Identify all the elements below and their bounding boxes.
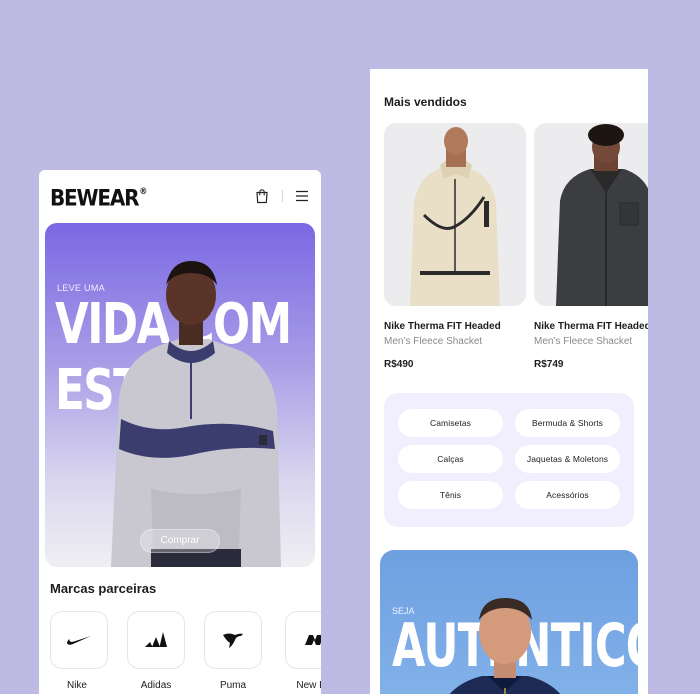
home-screen-right: Mais vendidos Nike Therma FIT Headed Men…: [370, 69, 648, 694]
category-pill[interactable]: Calças: [398, 445, 503, 473]
categories-panel: Camisetas Bermuda & Shorts Calças Jaquet…: [384, 393, 634, 527]
header: BEWEAR®: [39, 170, 321, 222]
partner-brands-title: Marcas parceiras: [50, 581, 157, 596]
best-sellers-title: Mais vendidos: [384, 95, 467, 109]
header-divider: [282, 190, 283, 202]
brand-logo[interactable]: BEWEAR®: [50, 184, 147, 211]
product-description: Men’s Fleece Shacket: [534, 336, 633, 347]
shopping-bag-icon[interactable]: [255, 188, 269, 204]
hero-banner[interactable]: LEVE UMA VIDA COM ESTILO Comprar: [45, 223, 315, 567]
category-pill[interactable]: Bermuda & Shorts: [515, 409, 620, 437]
product-name: Nike Therma FIT Headed: [534, 321, 648, 332]
product-price: R$490: [384, 359, 414, 370]
nike-swoosh-icon: [67, 636, 91, 645]
product-card[interactable]: Nike Therma FIT Headed Men’s Fleece Shac…: [384, 123, 526, 370]
brand-card-new-balance[interactable]: [285, 611, 321, 669]
category-pill[interactable]: Jaquetas & Moletons: [515, 445, 620, 473]
brand-label-new-balance: New Bal: [296, 680, 321, 691]
product-model-image: [556, 124, 648, 306]
brand-card-puma[interactable]: [204, 611, 262, 669]
puma-logo-icon: [223, 633, 243, 648]
home-screen-left: BEWEAR® LEVE UMA VIDA COM ESTILO: [39, 170, 321, 694]
brand-label-adidas: Adidas: [140, 680, 172, 691]
hamburger-menu-icon[interactable]: [295, 190, 309, 202]
adidas-logo-icon: [145, 632, 167, 647]
product-model-image: [410, 127, 500, 306]
product-name: Nike Therma FIT Headed: [384, 321, 501, 332]
product-price: R$749: [534, 359, 564, 370]
product-image: [534, 123, 648, 306]
secondary-hero-banner[interactable]: SEJA AUTÊNTICO: [380, 550, 638, 694]
product-card[interactable]: Nike Therma FIT Headed Men’s Fleece Shac…: [534, 123, 648, 370]
product-image: [384, 123, 526, 306]
category-pill[interactable]: Tênis: [398, 481, 503, 509]
category-pill[interactable]: Acessórios: [515, 481, 620, 509]
hero2-model-image: [449, 598, 561, 694]
buy-button[interactable]: Comprar: [140, 529, 220, 553]
hero-model-image: [111, 261, 281, 567]
product-description: Men’s Fleece Shacket: [384, 336, 483, 347]
brand-card-nike[interactable]: [50, 611, 108, 669]
brand-label-nike: Nike: [66, 680, 87, 691]
category-pill[interactable]: Camisetas: [398, 409, 503, 437]
new-balance-logo-icon: [305, 635, 321, 645]
brand-card-adidas[interactable]: [127, 611, 185, 669]
brand-label-puma: Puma: [219, 680, 247, 691]
